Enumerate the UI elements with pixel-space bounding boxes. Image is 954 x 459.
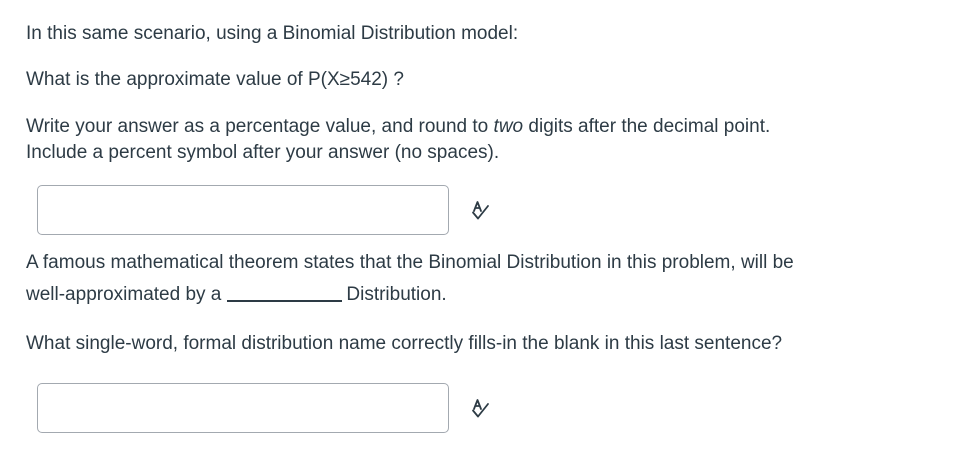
question2-statement-line1: A famous mathematical theorem states tha… xyxy=(26,252,794,273)
question1-instruction-line2: Include a percent symbol after your answ… xyxy=(26,142,500,163)
spellcheck-icon[interactable] xyxy=(469,199,493,223)
question1-instruction: Write your answer as a percentage value,… xyxy=(26,114,770,140)
answer-input-1[interactable] xyxy=(37,185,449,235)
question2-prompt: What single-word, formal distribution na… xyxy=(26,333,783,354)
answer-input-2[interactable] xyxy=(37,383,449,433)
instruction-text-start: Write your answer as a percentage value,… xyxy=(26,116,494,137)
fill-in-blank xyxy=(227,282,343,302)
spellcheck-icon[interactable] xyxy=(469,397,493,421)
question2-statement-line2: well-approximated by a Distribution. xyxy=(26,280,447,308)
question1-intro: In this same scenario, using a Binomial … xyxy=(26,23,519,44)
question1-prompt: What is the approximate value of P(X≥542… xyxy=(26,69,404,90)
instruction-emphasis: two xyxy=(493,116,524,137)
instruction-text-end: digits after the decimal point. xyxy=(523,116,771,137)
statement-text-end: Distribution. xyxy=(346,284,447,305)
statement-text-start: well-approximated by a xyxy=(26,284,222,305)
